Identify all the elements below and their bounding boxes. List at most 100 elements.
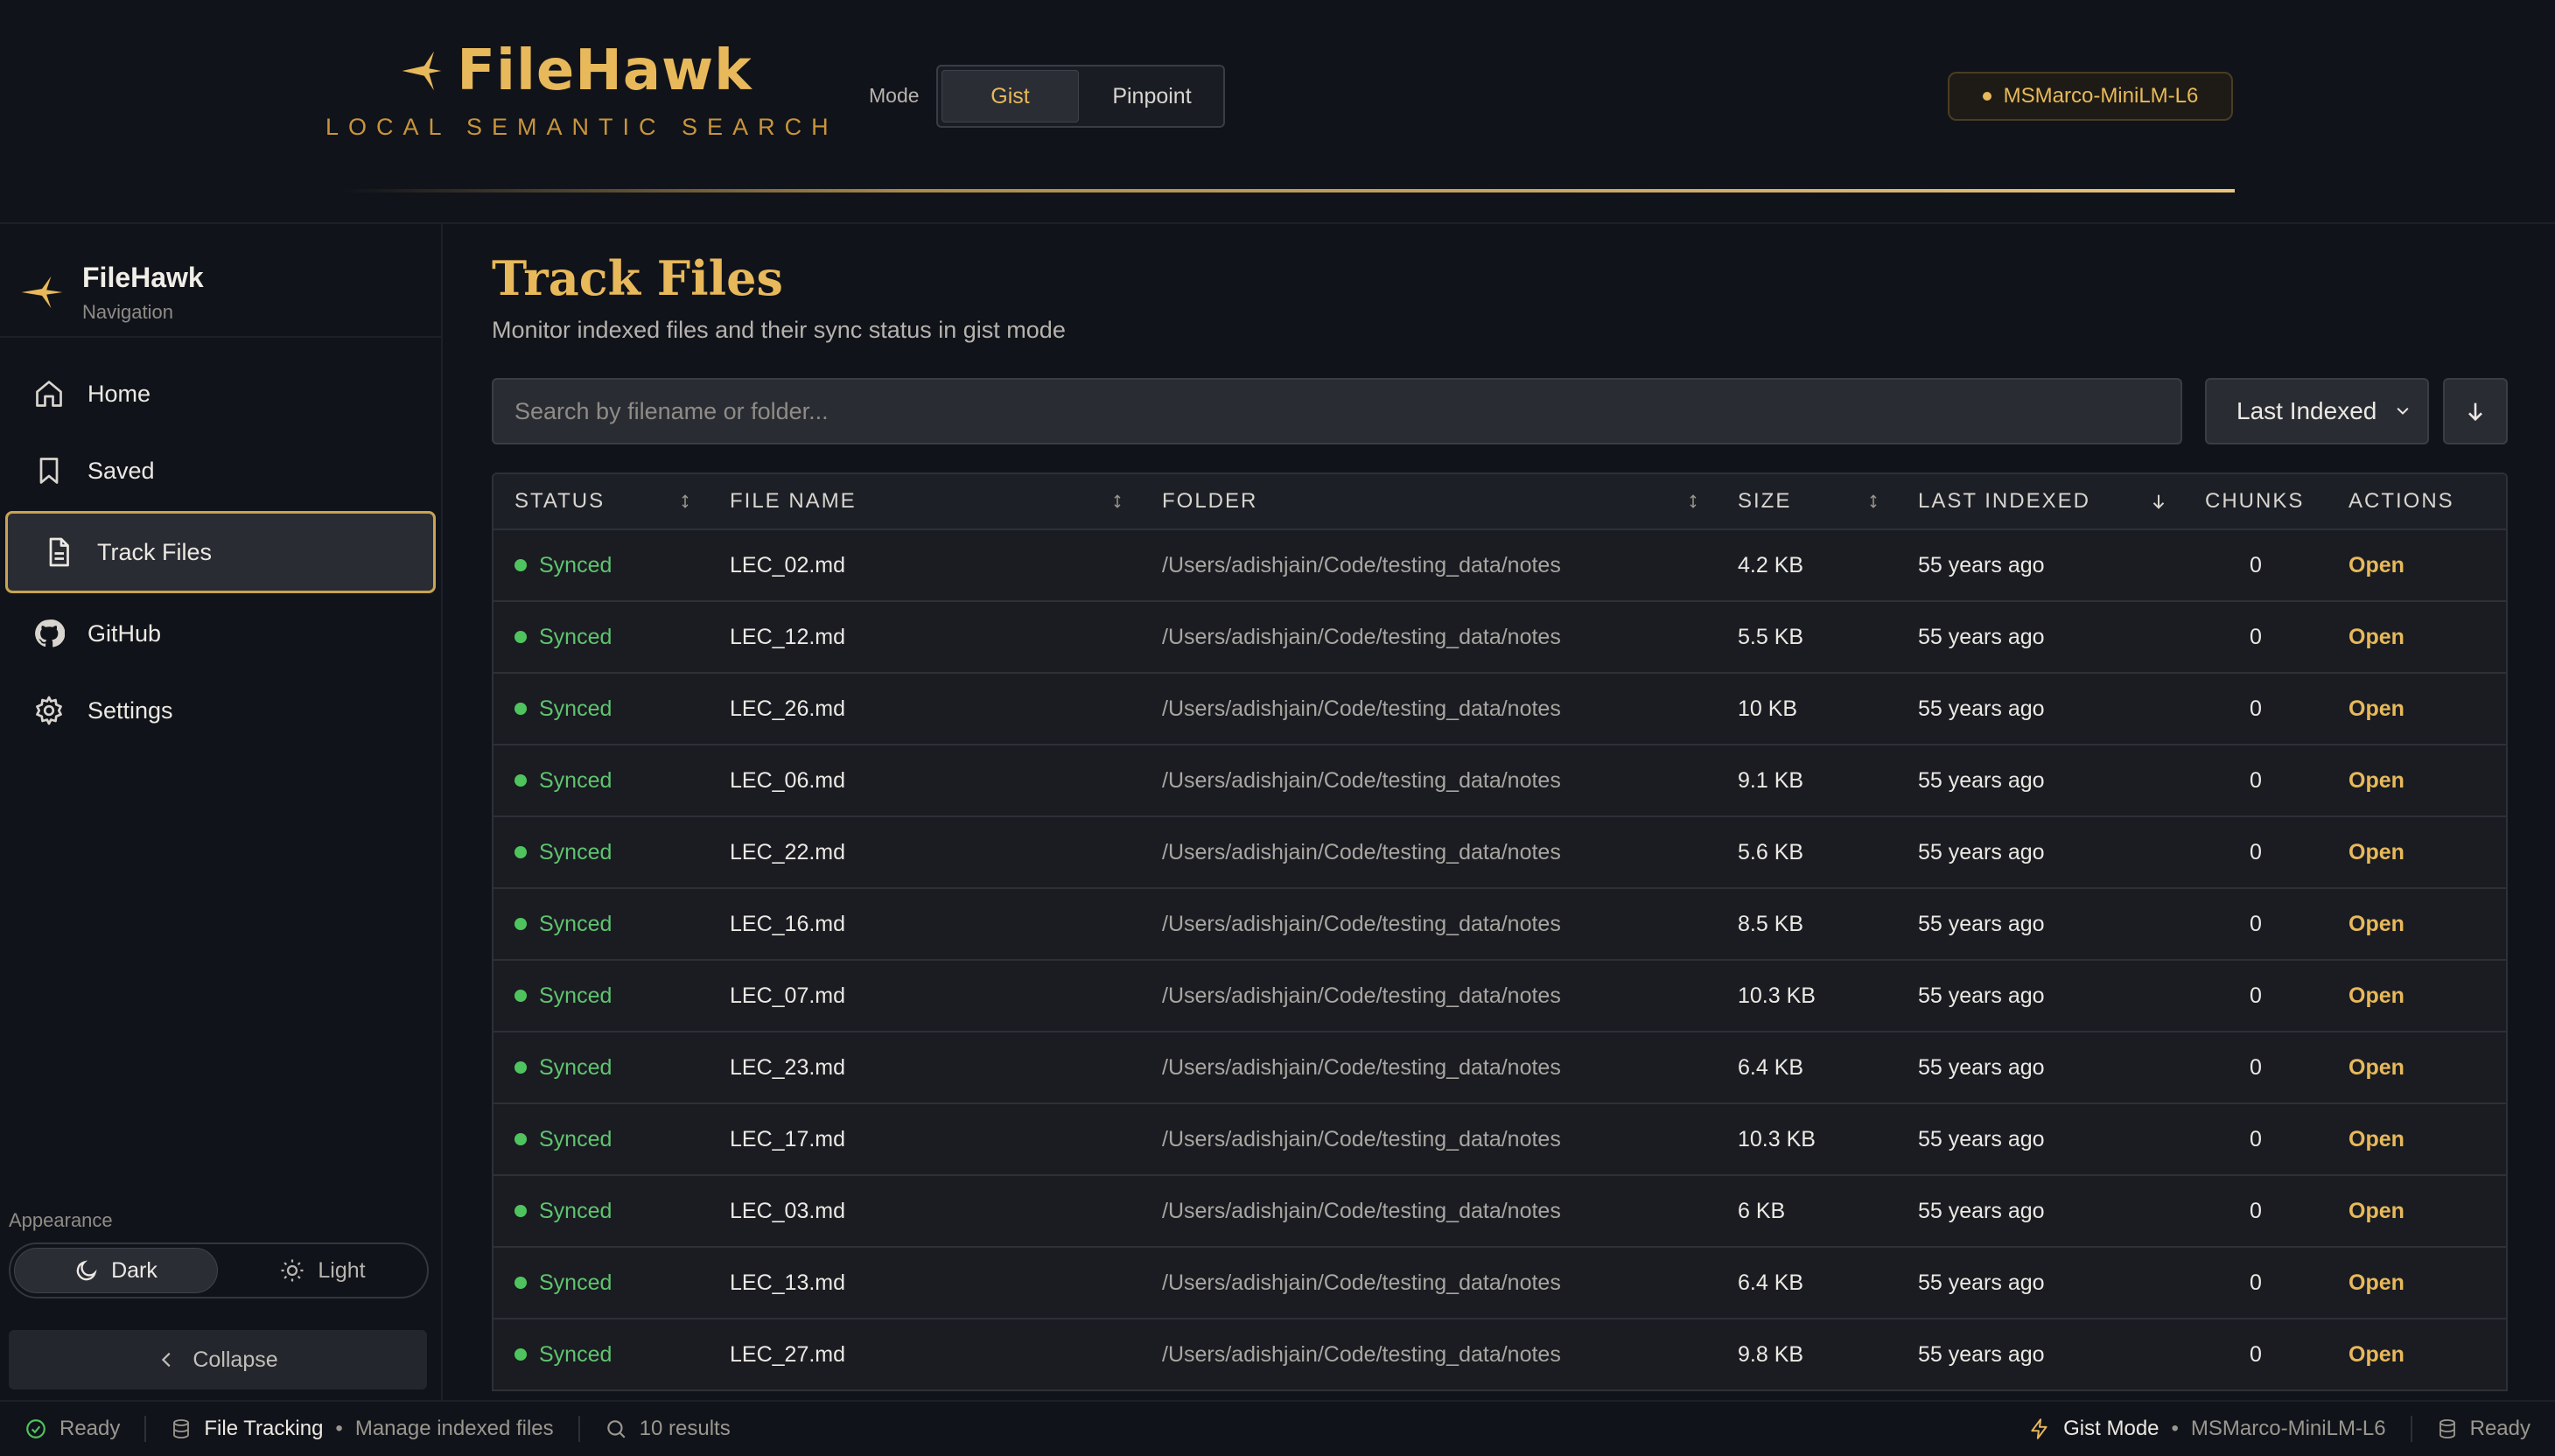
folder-cell: /Users/adishjain/Code/testing_data/notes [1162, 911, 1561, 936]
actions-cell: Open [2328, 1320, 2506, 1390]
open-file-link[interactable]: Open [2348, 1342, 2404, 1368]
status-cell: Synced [494, 1248, 709, 1318]
page-subtitle: Monitor indexed files and their sync sta… [492, 317, 1066, 343]
status-cell: Synced [494, 1032, 709, 1102]
status-label: Synced [539, 1341, 612, 1367]
collapse-button[interactable]: Collapse [9, 1330, 427, 1390]
moon-icon [76, 1260, 97, 1281]
app-subtitle: LOCAL SEMANTIC SEARCH [326, 114, 838, 140]
table-row[interactable]: Synced LEC_26.md/Users/adishjain/Code/tes… [494, 674, 2506, 746]
app-header: FileHawk LOCAL SEMANTIC SEARCH Mode Gist… [0, 0, 2555, 224]
theme-dark-button[interactable]: Dark [14, 1248, 218, 1293]
status-cell: Synced [494, 746, 709, 816]
sidebar: FileHawk Navigation Home Saved Track Fil… [0, 224, 443, 1400]
mode-gist-button[interactable]: Gist [942, 70, 1079, 122]
column-label: CHUNKS [2205, 489, 2305, 513]
hawk-logo-icon [21, 276, 63, 309]
column-status-header[interactable]: STATUS [494, 474, 709, 528]
size-cell: 10 KB [1738, 696, 1798, 721]
open-file-link[interactable]: Open [2348, 696, 2404, 722]
appearance-section: Appearance Dark Light [9, 1209, 429, 1298]
sidebar-item-saved[interactable]: Saved [7, 432, 434, 509]
filename-cell: LEC_22.md [730, 839, 846, 864]
open-file-link[interactable]: Open [2348, 1199, 2404, 1224]
table-row[interactable]: Synced LEC_22.md/Users/adishjain/Code/tes… [494, 817, 2506, 889]
filename-cell: LEC_12.md [730, 624, 846, 649]
page-title: Track Files [492, 250, 783, 306]
folder-cell: /Users/adishjain/Code/testing_data/notes [1162, 1341, 1561, 1367]
actions-cell: Open [2328, 1176, 2506, 1246]
chunks-cell: 0 [2250, 911, 2262, 936]
open-file-link[interactable]: Open [2348, 1127, 2404, 1152]
sun-icon [281, 1259, 304, 1282]
chunks-cell: 0 [2250, 1270, 2262, 1295]
open-file-link[interactable]: Open [2348, 625, 2404, 650]
size-cell: 6.4 KB [1738, 1270, 1804, 1295]
table-row[interactable]: Synced LEC_16.md/Users/adishjain/Code/tes… [494, 889, 2506, 961]
last-indexed-cell: 55 years ago [1918, 1270, 2045, 1295]
status-label: Synced [539, 839, 612, 864]
database-icon [2439, 1419, 2455, 1438]
open-file-link[interactable]: Open [2348, 1270, 2404, 1296]
table-row[interactable]: Synced LEC_03.md/Users/adishjain/Code/tes… [494, 1176, 2506, 1248]
open-file-link[interactable]: Open [2348, 768, 2404, 794]
column-folder-header[interactable]: FOLDER [1141, 474, 1717, 528]
actions-cell: Open [2328, 1104, 2506, 1174]
table-row[interactable]: Synced LEC_23.md/Users/adishjain/Code/tes… [494, 1032, 2506, 1104]
sort-icon [1114, 494, 1121, 508]
sort-select[interactable]: Last Indexed [2205, 378, 2429, 444]
folder-cell: /Users/adishjain/Code/testing_data/notes [1162, 1198, 1561, 1223]
table-row[interactable]: Synced LEC_07.md/Users/adishjain/Code/tes… [494, 961, 2506, 1032]
table-row[interactable]: Synced LEC_17.md/Users/adishjain/Code/tes… [494, 1104, 2506, 1176]
status-dot [514, 1133, 527, 1145]
status-section: File Tracking • Manage indexed files [144, 1416, 578, 1442]
sidebar-item-settings[interactable]: Settings [7, 672, 434, 749]
open-file-link[interactable]: Open [2348, 912, 2404, 937]
table-row[interactable]: Synced LEC_06.md/Users/adishjain/Code/tes… [494, 746, 2506, 817]
column-size-header[interactable]: SIZE [1717, 474, 1897, 528]
size-cell: 6.4 KB [1738, 1054, 1804, 1080]
sidebar-item-track-files[interactable]: Track Files [5, 511, 436, 593]
status-mode-label: Gist Mode [2063, 1417, 2160, 1440]
github-icon [35, 620, 65, 648]
actions-cell: Open [2328, 746, 2506, 816]
actions-cell: Open [2328, 530, 2506, 600]
actions-cell: Open [2328, 1248, 2506, 1318]
status-label: Synced [539, 1270, 612, 1295]
status-cell: Synced [494, 1320, 709, 1390]
table-row[interactable]: Synced LEC_27.md/Users/adishjain/Code/tes… [494, 1320, 2506, 1391]
document-icon [49, 537, 69, 567]
search-input[interactable] [492, 378, 2182, 444]
open-file-link[interactable]: Open [2348, 984, 2404, 1009]
sidebar-item-github[interactable]: GitHub [7, 595, 434, 672]
column-label: FILE NAME [730, 489, 857, 513]
status-bar: Ready File Tracking • Manage indexed fil… [0, 1400, 2555, 1456]
column-last-indexed-header[interactable]: LAST INDEXED [1897, 474, 2184, 528]
status-model-label: MSMarco-MiniLM-L6 [2190, 1417, 2386, 1440]
open-file-link[interactable]: Open [2348, 553, 2404, 578]
actions-cell: Open [2328, 602, 2506, 672]
table-row[interactable]: Synced LEC_13.md/Users/adishjain/Code/tes… [494, 1248, 2506, 1320]
sidebar-title: FileHawk [82, 261, 204, 293]
gear-icon [36, 696, 62, 725]
app-title: FileHawk [457, 38, 752, 103]
table-row[interactable]: Synced LEC_12.md/Users/adishjain/Code/tes… [494, 602, 2506, 674]
filename-cell: LEC_07.md [730, 983, 846, 1008]
open-file-link[interactable]: Open [2348, 1055, 2404, 1081]
column-actions-header: ACTIONS [2328, 474, 2506, 528]
size-cell: 10.3 KB [1738, 983, 1816, 1008]
arrow-down-icon [2152, 494, 2165, 509]
chunks-cell: 0 [2250, 1054, 2262, 1080]
filename-cell: LEC_02.md [730, 552, 846, 578]
mode-pinpoint-button[interactable]: Pinpoint [1084, 70, 1220, 122]
last-indexed-cell: 55 years ago [1918, 624, 2045, 649]
sort-direction-button[interactable] [2443, 378, 2508, 444]
column-filename-header[interactable]: FILE NAME [709, 474, 1141, 528]
theme-light-button[interactable]: Light [221, 1248, 424, 1293]
main-content: Track Files Monitor indexed files and th… [444, 224, 2555, 1400]
size-cell: 10.3 KB [1738, 1126, 1816, 1152]
open-file-link[interactable]: Open [2348, 840, 2404, 865]
sidebar-item-home[interactable]: Home [7, 355, 434, 432]
folder-cell: /Users/adishjain/Code/testing_data/notes [1162, 767, 1561, 793]
table-row[interactable]: Synced LEC_02.md/Users/adishjain/Code/tes… [494, 530, 2506, 602]
